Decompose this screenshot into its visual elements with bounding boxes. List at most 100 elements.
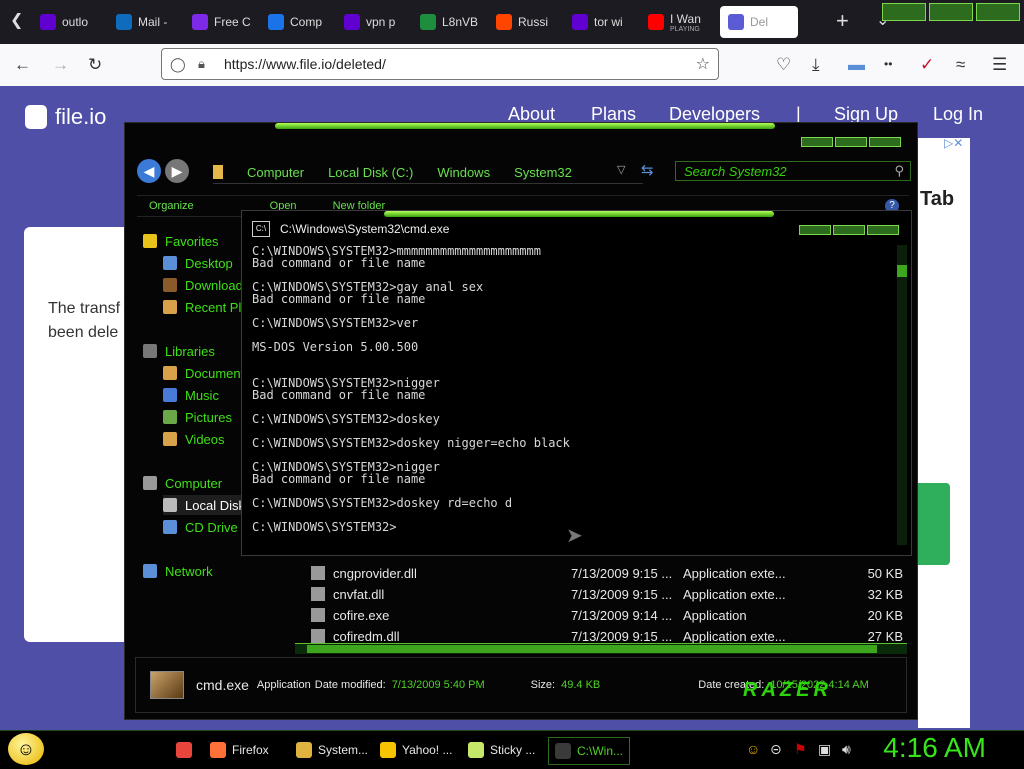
file-name: cofiredm.dll xyxy=(333,628,400,644)
taskbar-item[interactable]: Yahoo! ... xyxy=(380,737,452,763)
organize-button[interactable]: Organize xyxy=(149,200,194,212)
nav-pane-item[interactable]: CD Drive ( xyxy=(163,517,246,537)
file-name: cnvfat.dll xyxy=(333,586,385,602)
window-controls xyxy=(882,3,1020,21)
cmd-maximize-button[interactable] xyxy=(833,225,865,235)
nav-pane-item[interactable]: Music xyxy=(163,385,219,405)
back-arrow-icon[interactable]: ← xyxy=(14,55,31,75)
extension-check-icon[interactable]: ✓ xyxy=(920,55,934,75)
nav-pane-item-label: Computer xyxy=(165,475,223,491)
breadcrumb-local-disk[interactable]: Local Disk (C:) xyxy=(328,165,413,180)
tray-flag-icon[interactable]: ⚑ xyxy=(794,741,807,758)
taskbar-item[interactable]: C:\Win... xyxy=(548,737,631,765)
cmd-output[interactable]: C:\WINDOWS\SYSTEM32>mmmmmmmmmmmmmmmmmmmm… xyxy=(252,245,888,533)
file-row[interactable]: cngprovider.dll 7/13/2009 9:15 ... Applica… xyxy=(295,563,905,583)
nav-pane-item[interactable]: Desktop xyxy=(163,253,233,273)
cmd-screen[interactable]: C:\WINDOWS\SYSTEM32>mmmmmmmmmmmmmmmmmmmm… xyxy=(252,245,888,549)
file-row[interactable]: cofire.exe 7/13/2009 9:14 ... Application 2… xyxy=(295,605,905,625)
url-text[interactable]: https://www.file.io/deleted/ xyxy=(224,56,386,72)
extension-wifi-icon[interactable]: ≈ xyxy=(956,55,965,75)
taskbar-item[interactable] xyxy=(176,737,198,763)
ad-close-icon[interactable]: ▷✕ xyxy=(944,136,963,150)
nav-pane-item[interactable]: Computer xyxy=(143,473,222,493)
pocket-icon[interactable]: ♡ xyxy=(776,55,791,75)
nav-pane-item[interactable]: Favorites xyxy=(143,231,218,251)
tray-volume-icon[interactable]: 🔊︎ xyxy=(842,741,851,758)
refresh-icon[interactable]: ⇆ xyxy=(641,161,654,179)
cmd-minimize-button[interactable] xyxy=(799,225,831,235)
taskbar-item[interactable]: Firefox xyxy=(210,737,269,763)
url-bar[interactable]: ◯ 🔒︎ https://www.file.io/deleted/ ☆ xyxy=(161,48,719,80)
nav-pane-item[interactable]: Pictures xyxy=(163,407,232,427)
cmd-scrollbar-thumb[interactable] xyxy=(897,265,907,277)
search-input[interactable]: Search System32 ⚲ xyxy=(675,161,911,181)
file-name: cngprovider.dll xyxy=(333,565,417,581)
site-logo[interactable]: file.io xyxy=(25,104,106,130)
ad-heading: Tab xyxy=(920,188,955,210)
explorer-maximize-button[interactable] xyxy=(835,137,867,147)
nav-pane-item[interactable]: Document xyxy=(163,363,244,383)
explorer-back-arrow-icon[interactable]: ◀ xyxy=(137,159,161,183)
nav-pane-item[interactable]: Recent Pl xyxy=(163,297,241,317)
browser-tab[interactable]: outlo xyxy=(34,6,108,38)
search-icon[interactable]: ⚲ xyxy=(894,163,904,179)
nav-log-in[interactable]: Log In xyxy=(933,104,983,125)
recent-places-icon xyxy=(163,300,177,314)
browser-tab[interactable]: Comp xyxy=(262,6,336,38)
nav-pane-item[interactable]: Libraries xyxy=(143,341,215,361)
explorer-close-button[interactable] xyxy=(869,137,901,147)
minimize-button[interactable] xyxy=(882,3,926,21)
bookmark-star-icon[interactable]: ☆ xyxy=(696,54,710,74)
reload-icon[interactable]: ↻ xyxy=(88,55,102,75)
file-row[interactable]: cnvfat.dll 7/13/2009 9:15 ... Application … xyxy=(295,584,905,604)
libraries-icon xyxy=(143,344,157,358)
nav-pane-item[interactable]: Network xyxy=(143,561,213,581)
cmd-vertical-scrollbar[interactable] xyxy=(897,245,907,545)
nav-pane-item[interactable]: Download xyxy=(163,275,243,295)
extension-flag-icon[interactable]: ▬ xyxy=(848,55,865,75)
horizontal-scrollbar[interactable] xyxy=(295,643,907,654)
green-action-button[interactable] xyxy=(918,483,950,565)
taskbar-item-label: Yahoo! ... xyxy=(402,743,453,757)
browser-tab[interactable]: Free C xyxy=(186,6,260,38)
taskbar-clock[interactable]: 4:16 AM xyxy=(883,732,986,764)
tray-minus-icon[interactable]: ⊝ xyxy=(770,741,782,758)
breadcrumb[interactable]: Computer Local Disk (C:) Windows System3… xyxy=(213,161,643,184)
extension-dots-icon[interactable]: •• xyxy=(884,57,892,71)
browser-tab-label: vpn p xyxy=(366,15,396,29)
breadcrumb-system32[interactable]: System32 xyxy=(514,165,572,180)
start-button-smiley-icon[interactable]: ☺ xyxy=(8,733,44,765)
breadcrumb-dropdown-icon[interactable]: ▽ xyxy=(617,163,625,176)
tab-scroll-left-icon[interactable]: ❮ xyxy=(10,10,23,30)
explorer-forward-arrow-icon[interactable]: ▶ xyxy=(165,159,189,183)
browser-tab[interactable]: Del xyxy=(720,6,798,38)
browser-tab-label: Del xyxy=(750,15,769,29)
tray-smiley-icon[interactable]: ☺ xyxy=(746,741,760,757)
browser-tab[interactable]: Russi xyxy=(490,6,564,38)
browser-tab[interactable]: Mail - xyxy=(110,6,184,38)
navigation-pane: Favorites Desktop Download Recent Pl Librari… xyxy=(135,231,263,711)
shield-icon[interactable]: ◯ xyxy=(170,56,186,73)
maximize-button[interactable] xyxy=(929,3,973,21)
cmd-close-button[interactable] xyxy=(867,225,899,235)
breadcrumb-windows[interactable]: Windows xyxy=(437,165,490,180)
new-tab-icon[interactable]: + xyxy=(836,8,849,34)
nav-pane-item[interactable]: Videos xyxy=(163,429,225,449)
browser-tab[interactable]: vpn p xyxy=(338,6,412,38)
taskbar-item[interactable]: System... xyxy=(296,737,368,763)
downloads-icon[interactable]: ⤓ xyxy=(812,55,820,75)
lock-icon[interactable]: 🔒︎ xyxy=(198,56,205,72)
file-icon xyxy=(311,566,325,580)
tray-network-icon[interactable]: ▣ xyxy=(818,741,831,758)
star-icon xyxy=(143,234,157,248)
horizontal-scrollbar-thumb[interactable] xyxy=(307,645,877,653)
browser-tab[interactable]: L8nVB xyxy=(414,6,488,38)
browser-tab[interactable]: I Wan PLAYING xyxy=(642,6,716,38)
browser-tab[interactable]: tor wi xyxy=(566,6,640,38)
close-button[interactable] xyxy=(976,3,1020,21)
forward-arrow-icon[interactable]: → xyxy=(52,55,69,75)
menu-hamburger-icon[interactable]: ☰ xyxy=(992,55,1007,75)
taskbar-item[interactable]: Sticky ... xyxy=(468,737,535,763)
explorer-minimize-button[interactable] xyxy=(801,137,833,147)
breadcrumb-computer[interactable]: Computer xyxy=(247,165,304,180)
